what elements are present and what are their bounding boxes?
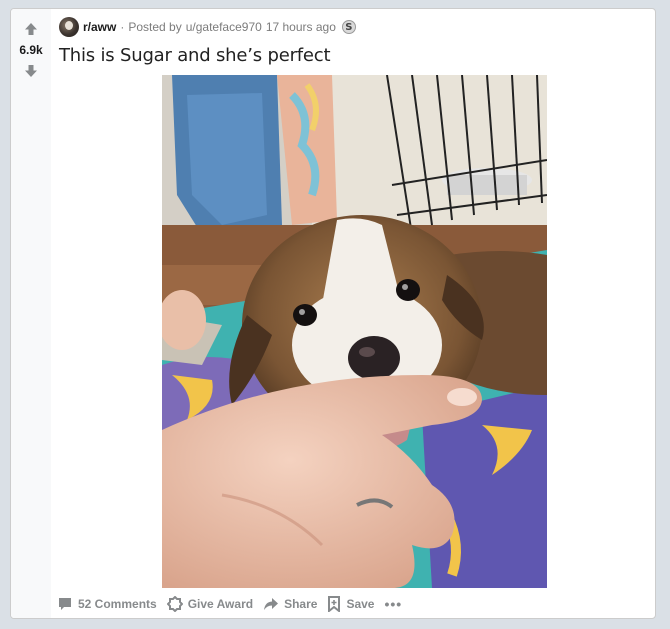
save-label: Save [346,597,375,611]
puppy-photo [162,75,547,588]
vote-column: 6.9k [11,9,51,618]
subreddit-avatar[interactable] [59,17,79,37]
posted-by-label: Posted by [128,20,182,34]
bookmark-icon [328,596,341,612]
post-actions: 52 Comments Give Award Share Save ••• [57,593,412,615]
downvote-button[interactable] [19,59,43,83]
post-timestamp[interactable]: 17 hours ago [266,20,336,34]
downvote-arrow-icon [25,65,37,77]
vote-score: 6.9k [19,43,43,57]
upvote-arrow-icon [25,23,37,35]
award-icon [166,596,183,612]
share-label: Share [284,597,318,611]
award-badge-icon[interactable]: S [341,20,356,34]
save-button[interactable]: Save [327,596,374,612]
more-options-icon: ••• [384,596,403,612]
upvote-button[interactable] [19,17,43,41]
comments-label: 52 Comments [78,597,157,611]
share-icon [264,598,279,610]
comments-button[interactable]: 52 Comments [57,596,157,612]
give-award-label: Give Award [187,597,254,611]
share-button[interactable]: Share [263,596,317,612]
post-card[interactable]: 6.9k r/aww · Posted by u/gateface970 17 … [10,8,656,619]
post-image[interactable] [162,75,547,588]
more-options-button[interactable]: ••• [384,596,402,612]
comment-icon [59,598,71,610]
subreddit-link[interactable]: r/aww [83,20,116,34]
post-title[interactable]: This is Sugar and she’s perfect [59,45,331,66]
post-content: r/aww · Posted by u/gateface970 17 hours… [51,9,655,618]
author-link[interactable]: u/gateface970 [186,20,262,34]
give-award-button[interactable]: Give Award [166,596,254,612]
meta-separator: · [120,20,125,34]
post-meta: r/aww · Posted by u/gateface970 17 hours… [59,17,356,37]
